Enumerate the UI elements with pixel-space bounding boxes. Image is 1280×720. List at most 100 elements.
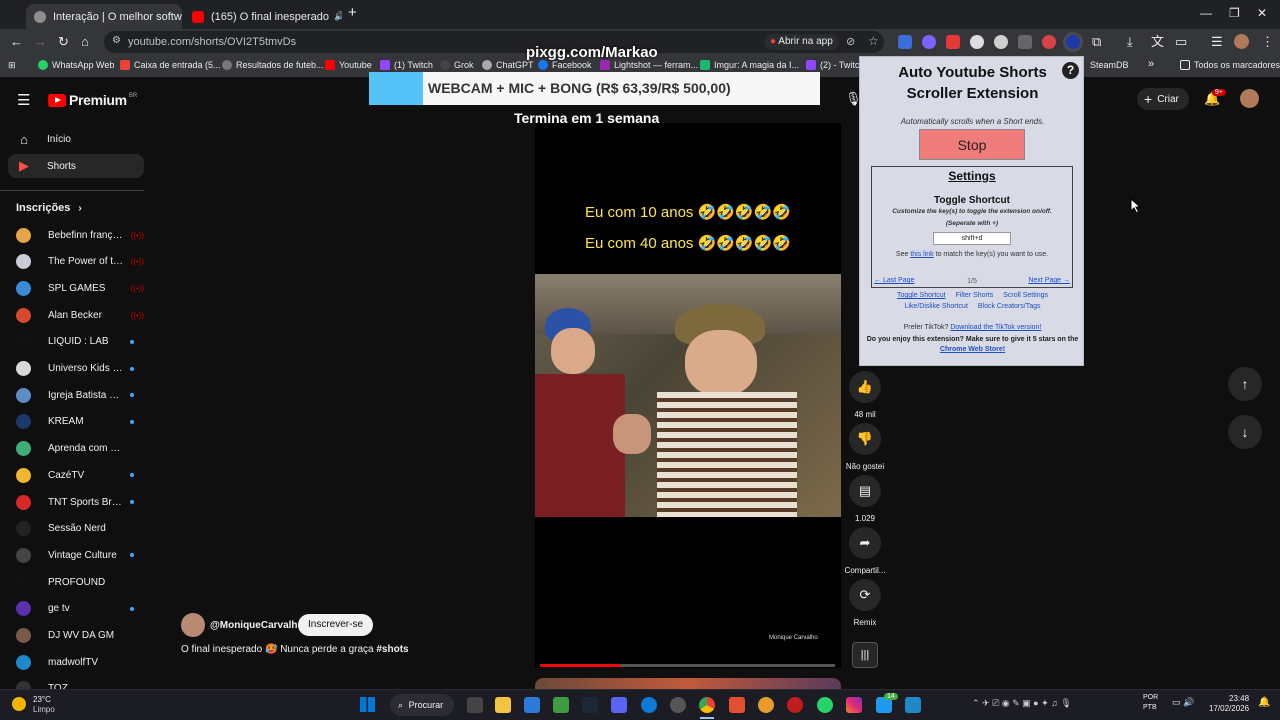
file-explorer-icon[interactable] (495, 697, 511, 713)
tab-scroll-settings[interactable]: Scroll Settings (1003, 292, 1048, 299)
obs-icon[interactable] (670, 697, 686, 713)
sidebar-subscription-item[interactable]: The Power of the... ((•)) (16, 250, 144, 274)
bookmark-chatgpt[interactable]: ChatGPT (482, 60, 534, 70)
subscribe-button[interactable]: Inscrever-se (298, 614, 374, 636)
create-button[interactable]: + Criar (1137, 88, 1189, 110)
tab-toggle-shortcut[interactable]: Toggle Shortcut (897, 292, 946, 299)
cast-icon[interactable]: ▭ (1175, 34, 1187, 50)
bookmark-lightshot[interactable]: Lightshot — ferram... (600, 60, 698, 70)
translate-icon[interactable]: 文 (1151, 34, 1164, 50)
extension-icon[interactable] (1018, 35, 1032, 49)
app-icon[interactable] (729, 697, 745, 713)
sidebar-subscription-item[interactable]: SPL GAMES ((•)) (16, 276, 144, 300)
language-primary[interactable]: POR (1143, 694, 1158, 701)
system-tray-icons[interactable]: ⌃ ✈ ⎚ ◉ ✎ ▣ ● ✦ ♫ 🎙 (972, 698, 1072, 709)
bookmark-twitch-2[interactable]: (2) - Twitch (806, 60, 864, 70)
extension-icon[interactable] (922, 35, 936, 49)
app-icon[interactable] (758, 697, 774, 713)
reading-list-icon[interactable]: ☰ (1211, 34, 1223, 50)
sidebar-subscription-item[interactable]: Igreja Batista Ce... (16, 383, 144, 407)
download-tiktok-link[interactable]: Download the TikTok version! (950, 324, 1041, 331)
dislike-action[interactable]: 👎 Não gostei (842, 423, 888, 471)
next-short-preview[interactable] (535, 678, 841, 689)
bookmark-twitch[interactable]: (1) Twitch (380, 60, 433, 70)
more-bookmarks-icon[interactable]: » (1148, 58, 1154, 70)
tab-like-dislike-shortcut[interactable]: Like/Dislike Shortcut (904, 303, 967, 310)
edge-icon[interactable] (641, 697, 657, 713)
sidebar-item-home[interactable]: ⌂ Início (8, 127, 144, 151)
restore-button[interactable]: ❐ (1229, 6, 1240, 20)
sidebar-subscription-item[interactable]: Vintage Culture (16, 543, 144, 567)
network-volume-icons[interactable]: ▭ 🔊 (1172, 697, 1194, 708)
bookmark-steamdb[interactable]: SteamDB (1090, 60, 1129, 70)
discord-icon[interactable] (611, 697, 627, 713)
app-icon[interactable] (787, 697, 803, 713)
account-avatar[interactable] (1240, 89, 1259, 108)
sidebar-subscription-item[interactable]: Alan Becker ((•)) (16, 303, 144, 327)
next-short-button[interactable]: ↓ (1228, 415, 1262, 449)
close-window-button[interactable]: ✕ (1257, 6, 1267, 20)
tab-block-creators[interactable]: Block Creators/Tags (978, 303, 1041, 310)
sidebar-subscription-item[interactable]: madwolfTV (16, 650, 144, 674)
sidebar-subscription-item[interactable]: Aprenda com Luna! (16, 437, 144, 461)
sound-waveform-icon[interactable]: ||| (852, 642, 878, 668)
bookmark-youtube[interactable]: Youtube (325, 60, 372, 70)
extension-icon[interactable] (898, 35, 912, 49)
new-tab-button[interactable]: + (348, 4, 357, 21)
clock-date[interactable]: 17/02/2026 (1209, 704, 1249, 713)
sidebar-subscription-item[interactable]: LIQUID : LAB (16, 330, 144, 354)
apps-grid-icon[interactable]: ⊞ (8, 60, 16, 71)
menu-kebab-icon[interactable]: ⋮ (1261, 34, 1274, 50)
whatsapp-icon[interactable] (817, 697, 833, 713)
back-button[interactable]: ← (10, 34, 23, 50)
sidebar-subscription-item[interactable]: CazéTV (16, 463, 144, 487)
home-button[interactable]: ⌂ (81, 34, 89, 50)
all-bookmarks-folder[interactable]: Todos os marcadores (1180, 60, 1280, 70)
bookmark-grok[interactable]: Grok (440, 60, 474, 70)
shorts-scroller-extension-icon[interactable] (1066, 35, 1080, 49)
channel-avatar[interactable] (181, 613, 205, 637)
bookmark-whatsapp[interactable]: WhatsApp Web (38, 60, 114, 70)
reload-button[interactable]: ↻ (58, 34, 69, 50)
sidebar-subscription-item[interactable]: DJ WV DA GM (16, 624, 144, 648)
extension-icon[interactable] (1042, 35, 1056, 49)
minimize-button[interactable]: — (1200, 6, 1212, 20)
sidebar-subscription-item[interactable]: KREAM (16, 410, 144, 434)
windows-start-icon[interactable] (360, 697, 375, 712)
extension-icon[interactable] (970, 35, 984, 49)
comments-action[interactable]: ▤ 1.029 (842, 475, 888, 523)
notifications-icon[interactable]: 🔔 (1258, 697, 1270, 708)
bookmark-star-icon[interactable]: ☆ (868, 34, 879, 48)
app-icon[interactable] (905, 697, 921, 713)
youtube-premium-logo[interactable]: Premium BR (48, 92, 137, 108)
sidebar-subscription-item[interactable]: Bebefinn françai... ((•)) (16, 223, 144, 247)
language-secondary[interactable]: PTB (1143, 704, 1157, 711)
sidebar-subscription-item[interactable]: Universo Kids - H... (16, 357, 144, 381)
subscriptions-header[interactable]: Inscrições › (16, 202, 82, 214)
this-link[interactable]: this link (910, 251, 933, 258)
help-icon[interactable]: ? (1062, 62, 1079, 79)
audio-playing-icon[interactable]: 🔊 (334, 11, 342, 22)
like-action[interactable]: 👍 48 mil (842, 371, 888, 419)
bookmark-facebook[interactable]: Facebook (538, 60, 592, 70)
sidebar-subscription-item[interactable]: TNT Sports Brasil (16, 490, 144, 514)
extension-icon[interactable] (946, 35, 960, 49)
site-info-icon[interactable]: ⚙ (112, 35, 121, 46)
eye-off-icon[interactable]: ⊘ (846, 35, 855, 48)
video-progress-bar[interactable] (540, 664, 835, 667)
sidebar-item-shorts[interactable]: ▶ Shorts (8, 154, 144, 178)
shorts-video-player[interactable]: Eu com 10 anos 🤣🤣🤣🤣🤣 Eu com 40 anos 🤣🤣🤣🤣… (535, 123, 841, 668)
comment-icon[interactable]: ▤ (849, 475, 881, 507)
thumbs-down-icon[interactable]: 👎 (849, 423, 881, 455)
open-in-app-button[interactable]: ● Abrir na app (764, 34, 839, 50)
stop-button[interactable]: Stop (919, 129, 1025, 160)
bookmark-imgur[interactable]: Imgur: A magia da I... (700, 60, 799, 70)
extension-icon[interactable] (994, 35, 1008, 49)
profile-avatar[interactable] (1234, 34, 1249, 49)
thumbs-up-icon[interactable]: 👍 (849, 371, 881, 403)
shortcut-input[interactable] (933, 232, 1011, 245)
chrome-icon[interactable] (699, 697, 715, 713)
previous-short-button[interactable]: ↑ (1228, 367, 1262, 401)
video-hashtag[interactable]: #shots (376, 644, 408, 655)
channel-name[interactable]: @MoniqueCarvalho (210, 620, 304, 631)
